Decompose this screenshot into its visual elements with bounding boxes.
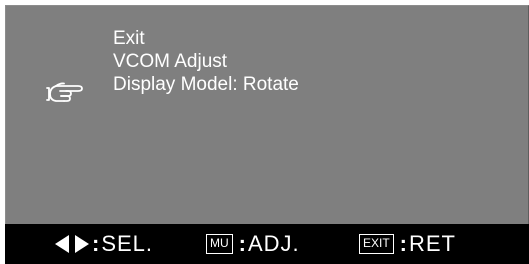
menu-item-vcom-adjust-label: VCOM Adjust [113, 51, 228, 72]
select-hint-colon: : [92, 231, 101, 256]
left-right-arrows-icon [55, 234, 89, 254]
return-hint: EXIT : RET [359, 224, 456, 264]
menu-item-exit-label: Exit [113, 28, 145, 49]
exit-key-icon: EXIT [359, 234, 394, 254]
return-hint-colon: : [399, 231, 408, 256]
menu-item-vcom-adjust[interactable]: VCOM Adjust [113, 50, 299, 73]
osd-status-bar: : SEL. MU : ADJ. EXIT : RET [5, 224, 529, 264]
menu-item-display-model-label: Display Model: Rotate [113, 74, 299, 95]
adjust-hint: MU : ADJ. [206, 224, 300, 264]
return-hint-label: RET [409, 231, 456, 256]
select-hint: : SEL. [55, 224, 153, 264]
menu-item-exit[interactable]: Exit [113, 27, 299, 50]
select-hint-label: SEL. [101, 231, 154, 256]
menu-key-icon: MU [206, 234, 233, 254]
adjust-hint-label: ADJ. [248, 231, 300, 256]
osd-menu-list: Exit VCOM Adjust Display Model: Rotate [113, 27, 299, 96]
menu-item-display-model[interactable]: Display Model: Rotate [113, 73, 299, 96]
pointing-hand-icon [44, 80, 86, 104]
adjust-hint-colon: : [238, 231, 247, 256]
